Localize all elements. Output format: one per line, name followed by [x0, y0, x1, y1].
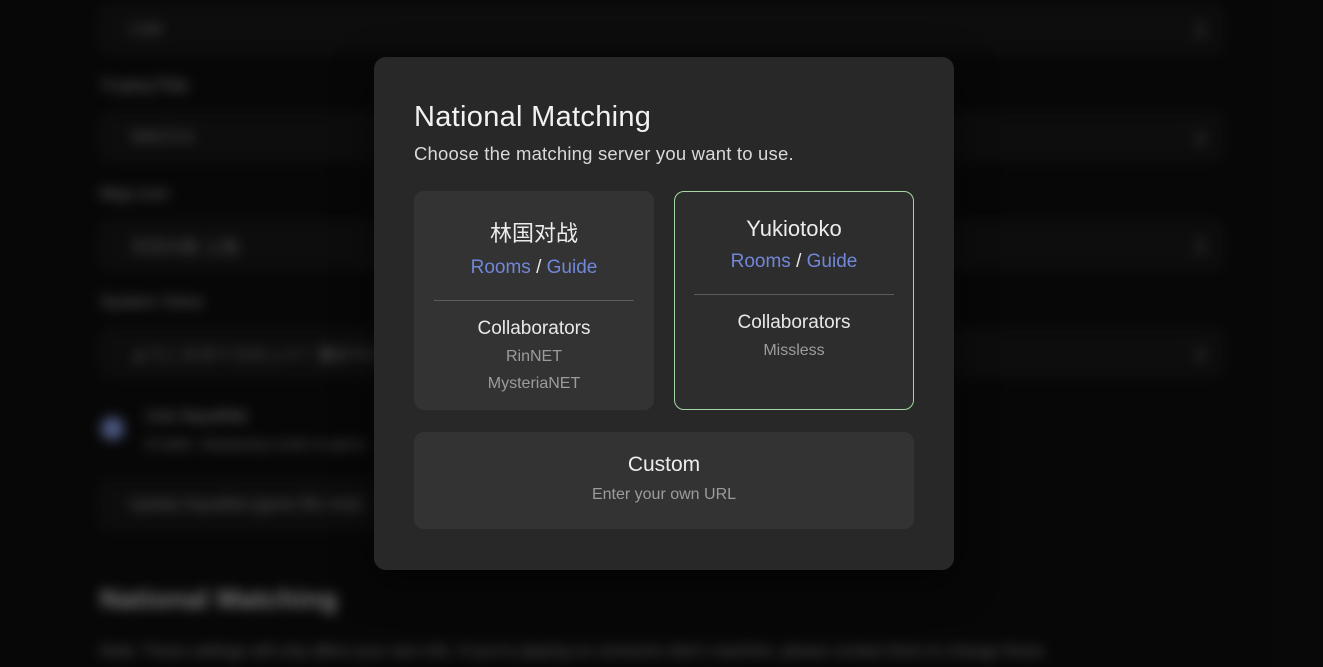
card-divider — [694, 294, 894, 295]
custom-card-subtitle: Enter your own URL — [414, 486, 914, 504]
national-matching-modal: National Matching Choose the matching se… — [374, 57, 954, 570]
link-separator: / — [796, 251, 807, 272]
custom-card-title: Custom — [414, 453, 914, 477]
collaborator-name: RinNET — [415, 346, 653, 367]
guide-link[interactable]: Guide — [547, 257, 598, 278]
collaborators-heading: Collaborators — [415, 318, 653, 340]
guide-link[interactable]: Guide — [807, 251, 858, 272]
modal-title: National Matching — [414, 101, 914, 134]
collaborator-name: Missless — [675, 340, 913, 361]
server-card-linguo[interactable]: 林国对战 Rooms / Guide Collaborators RinNET … — [414, 191, 654, 410]
collaborator-name: MysteriaNET — [415, 373, 653, 394]
server-links: Rooms / Guide — [675, 251, 913, 273]
server-name: Yukiotoko — [675, 216, 913, 242]
card-divider — [434, 300, 634, 301]
server-name: 林国对战 — [415, 216, 653, 248]
custom-server-card[interactable]: Custom Enter your own URL — [414, 432, 914, 529]
server-card-row: 林国对战 Rooms / Guide Collaborators RinNET … — [414, 191, 914, 410]
collaborators-heading: Collaborators — [675, 312, 913, 334]
server-card-yukiotoko[interactable]: Yukiotoko Rooms / Guide Collaborators Mi… — [674, 191, 914, 410]
modal-subtitle: Choose the matching server you want to u… — [414, 143, 914, 165]
rooms-link[interactable]: Rooms — [731, 251, 791, 272]
link-separator: / — [536, 257, 547, 278]
rooms-link[interactable]: Rooms — [471, 257, 531, 278]
server-links: Rooms / Guide — [415, 257, 653, 279]
